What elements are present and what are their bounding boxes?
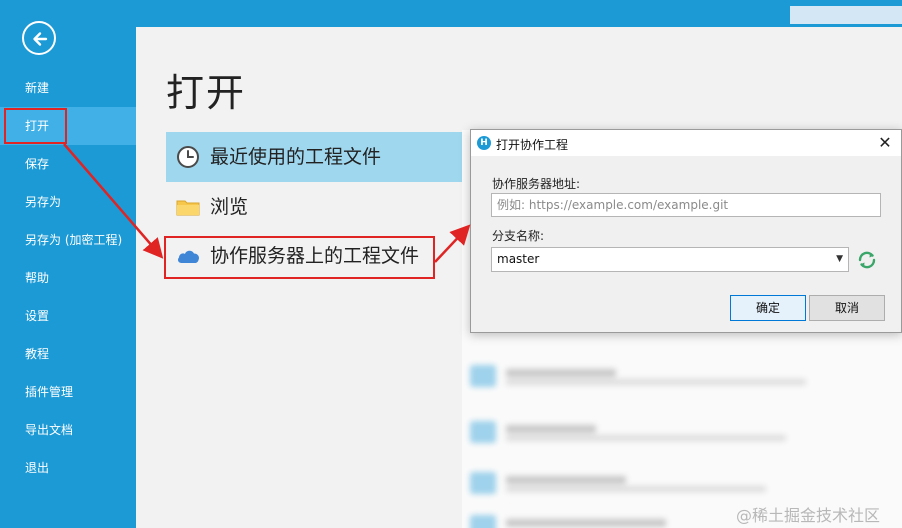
app-logo-icon: H — [477, 136, 491, 150]
option-label: 浏览 — [210, 196, 249, 218]
ok-button[interactable]: 确定 — [730, 295, 806, 321]
dialog-titlebar: H 打开协作工程 ✕ — [471, 130, 901, 156]
server-address-label: 协作服务器地址: — [492, 177, 581, 191]
back-button[interactable] — [22, 21, 56, 55]
folder-icon — [176, 200, 200, 216]
sidebar-item-exit[interactable]: 退出 — [0, 449, 136, 487]
sidebar-item-save-as[interactable]: 另存为 — [0, 183, 136, 221]
refresh-icon[interactable] — [856, 249, 878, 271]
top-strip-placeholder — [790, 6, 902, 24]
page-title: 打开 — [166, 71, 247, 115]
sidebar-item-settings[interactable]: 设置 — [0, 297, 136, 335]
open-collab-project-dialog: H 打开协作工程 ✕ 协作服务器地址: 例如: https://example.… — [470, 129, 902, 333]
branch-name-label: 分支名称: — [492, 229, 545, 243]
arrow-left-icon — [33, 32, 48, 46]
cancel-button[interactable]: 取消 — [809, 295, 885, 321]
sidebar-item-save[interactable]: 保存 — [0, 145, 136, 183]
sidebar-item-export-docs[interactable]: 导出文档 — [0, 411, 136, 449]
clock-icon — [177, 146, 199, 168]
list-item — [470, 365, 870, 387]
list-item — [470, 421, 870, 443]
dialog-title: 打开协作工程 — [496, 138, 569, 152]
top-strip — [136, 0, 902, 27]
sidebar-item-save-as-encrypted[interactable]: 另存为 (加密工程) — [0, 221, 136, 259]
option-browse[interactable]: 浏览 — [166, 182, 462, 232]
sidebar-item-plugins[interactable]: 插件管理 — [0, 373, 136, 411]
watermark: @稀土掘金技术社区 — [736, 506, 881, 525]
branch-value: master — [497, 252, 540, 266]
annotation-box-open — [4, 108, 67, 144]
list-item — [470, 472, 870, 494]
annotation-box-collab — [164, 236, 435, 279]
close-button[interactable]: ✕ — [875, 134, 895, 152]
branch-select[interactable]: master ▼ — [491, 247, 849, 272]
sidebar-item-tutorial[interactable]: 教程 — [0, 335, 136, 373]
option-recent-projects[interactable]: 最近使用的工程文件 — [166, 132, 462, 182]
option-label: 最近使用的工程文件 — [210, 146, 382, 168]
sidebar: 新建 打开 保存 另存为 另存为 (加密工程) 帮助 设置 教程 插件管理 导出… — [0, 0, 136, 528]
sidebar-item-new[interactable]: 新建 — [0, 69, 136, 107]
sidebar-item-help[interactable]: 帮助 — [0, 259, 136, 297]
server-address-input[interactable]: 例如: https://example.com/example.git — [491, 193, 881, 217]
chevron-down-icon: ▼ — [836, 254, 843, 264]
